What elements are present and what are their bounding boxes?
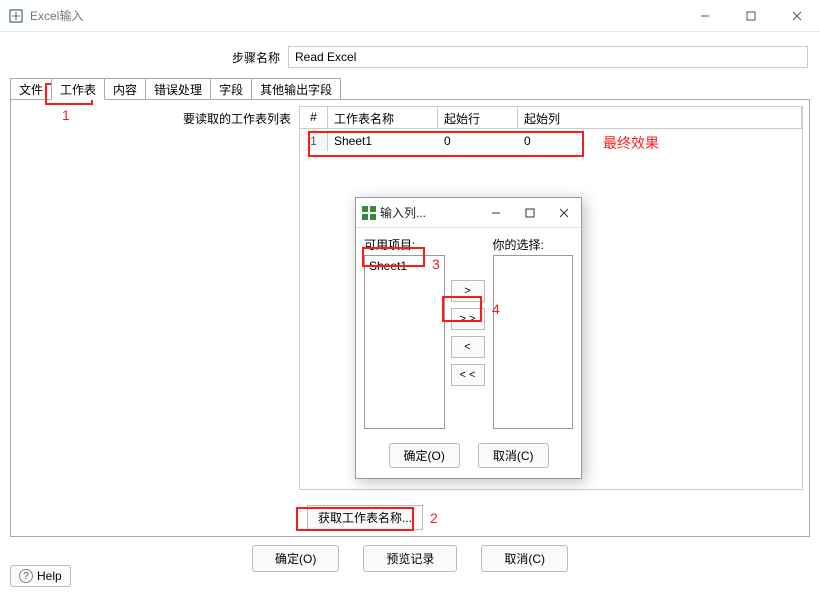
cell-startcol[interactable]: 0	[518, 131, 802, 151]
dialog-ok-button[interactable]: 确定(O)	[389, 443, 460, 468]
dialog-input-column: 输入列... 可用项目: Sheet1 > > > < < < 你的选择:	[355, 197, 582, 479]
help-button[interactable]: ? Help	[10, 565, 71, 587]
table-row[interactable]: 1 Sheet1 0 0	[300, 129, 802, 153]
available-label: 可用项目:	[364, 236, 445, 253]
dialog-maximize-button[interactable]	[513, 199, 547, 227]
ok-button[interactable]: 确定(O)	[252, 545, 339, 572]
col-head-startrow: 起始行	[438, 107, 518, 128]
step-name-label: 步骤名称	[10, 49, 288, 66]
close-button[interactable]	[774, 0, 820, 32]
col-head-num: #	[310, 110, 317, 124]
sheet-list-label: 要读取的工作表列表	[17, 106, 299, 490]
table-head: # ▲ 工作表名称 起始行 起始列	[300, 107, 802, 129]
list-item[interactable]: Sheet1	[367, 258, 442, 274]
dialog-icon	[362, 206, 376, 220]
selected-label: 你的选择:	[493, 236, 574, 253]
tab-file[interactable]: 文件	[10, 78, 52, 100]
dialog-close-button[interactable]	[547, 199, 581, 227]
col-head-name: 工作表名称	[328, 107, 438, 128]
titlebar-controls	[682, 0, 820, 32]
tab-fields[interactable]: 字段	[210, 78, 252, 100]
footer: 确定(O) 预览记录 取消(C)	[10, 545, 810, 572]
remove-button[interactable]: <	[451, 336, 485, 358]
dialog-titlebar[interactable]: 输入列...	[356, 198, 581, 228]
cell-name[interactable]: Sheet1	[328, 131, 438, 151]
app-icon	[8, 8, 24, 24]
cancel-button[interactable]: 取消(C)	[481, 545, 568, 572]
dialog-cancel-button[interactable]: 取消(C)	[478, 443, 549, 468]
maximize-button[interactable]	[728, 0, 774, 32]
add-button[interactable]: >	[451, 280, 485, 302]
preview-button[interactable]: 预览记录	[363, 545, 457, 572]
dialog-minimize-button[interactable]	[479, 199, 513, 227]
window-title: Excel输入	[30, 7, 83, 24]
step-name-input[interactable]	[288, 46, 808, 68]
help-icon: ?	[19, 569, 33, 583]
tab-content[interactable]: 内容	[104, 78, 146, 100]
help-label: Help	[37, 569, 62, 583]
tab-otherfields[interactable]: 其他输出字段	[251, 78, 341, 100]
dialog-title: 输入列...	[380, 204, 426, 221]
add-all-button[interactable]: > >	[451, 308, 485, 330]
get-sheets-button[interactable]: 获取工作表名称...	[307, 505, 423, 530]
minimize-button[interactable]	[682, 0, 728, 32]
available-list[interactable]: Sheet1	[364, 255, 445, 429]
remove-all-button[interactable]: < <	[451, 364, 485, 386]
cell-startrow[interactable]: 0	[438, 131, 518, 151]
cell-num: 1	[300, 131, 328, 151]
tabstrip: 文件 工作表 内容 错误处理 字段 其他输出字段	[10, 78, 810, 100]
step-name-row: 步骤名称	[10, 46, 810, 68]
selected-list[interactable]	[493, 255, 574, 429]
col-head-startcol: 起始列	[518, 107, 802, 128]
tab-worksheet[interactable]: 工作表	[51, 78, 105, 100]
titlebar: Excel输入	[0, 0, 820, 32]
tab-error[interactable]: 错误处理	[145, 78, 211, 100]
